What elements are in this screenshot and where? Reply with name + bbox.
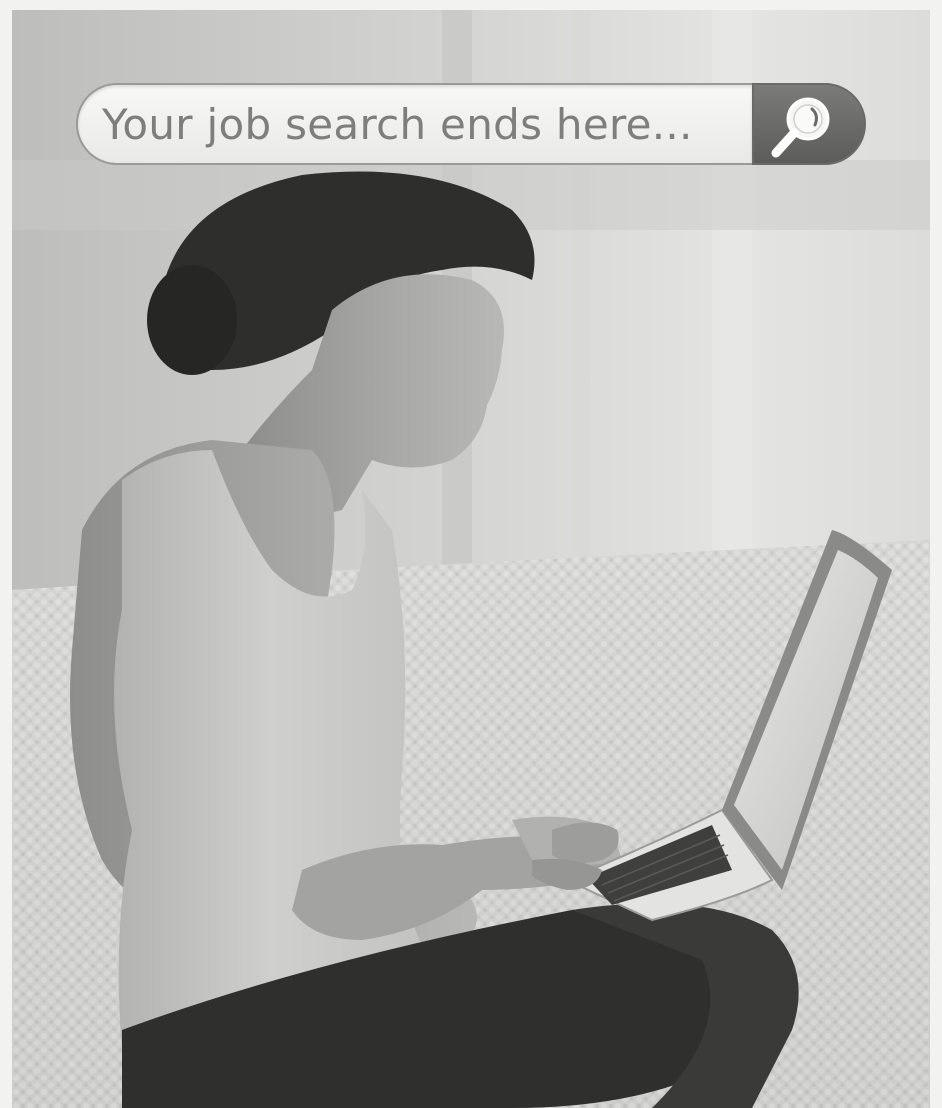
magnifier-icon — [771, 97, 830, 158]
search-button[interactable] — [752, 83, 866, 165]
job-search-bar[interactable]: Your job search ends here... — [76, 83, 866, 165]
search-input[interactable]: Your job search ends here... — [76, 83, 752, 165]
search-placeholder-text: Your job search ends here... — [102, 100, 693, 149]
woman-with-laptop-photo — [12, 10, 930, 1108]
